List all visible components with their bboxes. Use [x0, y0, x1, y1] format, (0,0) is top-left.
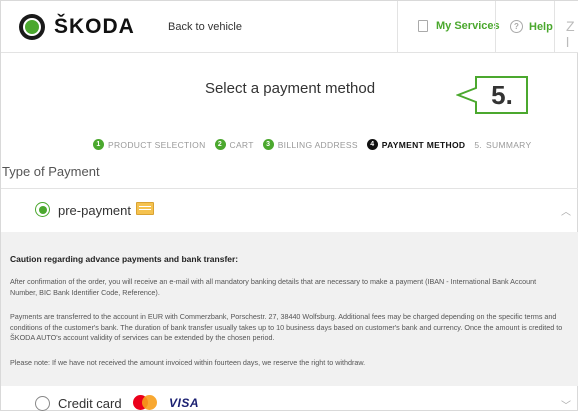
step-product-selection[interactable]: 1 PRODUCT SELECTION	[93, 139, 206, 150]
header-divider	[554, 1, 555, 53]
caution-heading: Caution regarding advance payments and b…	[10, 254, 239, 264]
checkout-steps: 1 PRODUCT SELECTION 2 CART 3 BILLING ADD…	[93, 139, 540, 150]
brand-name: ŠKODA	[54, 15, 135, 38]
info-paragraph: Please note: If we have not received the…	[10, 358, 366, 367]
my-services-label: My Services	[436, 20, 500, 32]
credit-card-label: Credit card	[58, 396, 122, 411]
credit-card-radio[interactable]	[35, 396, 50, 411]
step-label: BILLING ADDRESS	[277, 139, 358, 150]
step-billing-address[interactable]: 3 BILLING ADDRESS	[262, 139, 358, 150]
step-number-callout: 5.	[456, 76, 529, 114]
info-paragraph: After confirmation of the order, you wil…	[10, 277, 537, 297]
help-label: Help	[529, 20, 553, 33]
skoda-logo[interactable]: ŠKODA	[19, 14, 135, 40]
chevron-down-icon[interactable]: ﹀	[561, 397, 571, 411]
back-to-vehicle-link[interactable]: Back to vehicle	[168, 21, 242, 33]
question-icon: ?	[510, 20, 523, 33]
mastercard-icon	[133, 395, 159, 411]
step-label: SUMMARY	[486, 139, 532, 150]
skoda-emblem-icon	[19, 14, 45, 40]
visa-logo: VISA	[169, 396, 200, 410]
header-divider	[495, 1, 496, 53]
step-number-badge: 3	[262, 139, 274, 150]
my-services-button[interactable]: My Services	[418, 20, 500, 32]
pre-payment-details: Caution regarding advance payments and b…	[1, 232, 578, 386]
step-label: PAYMENT METHOD	[381, 139, 466, 150]
step-number-badge: 2	[214, 139, 226, 150]
step-number-badge: 1	[93, 139, 104, 150]
help-button[interactable]: ? Help	[510, 20, 553, 33]
chevron-up-icon[interactable]: ︿	[561, 203, 571, 218]
top-header: ŠKODA Back to vehicle My Services ? Help…	[1, 1, 578, 53]
pre-payment-label: pre-payment	[58, 203, 131, 218]
bank-card-icon	[136, 202, 154, 215]
step-number-text: 5.	[474, 139, 483, 150]
step-number-badge: 4	[366, 139, 378, 150]
step-label: CART	[229, 139, 254, 150]
step-cart[interactable]: 2 CART	[214, 139, 254, 150]
pre-payment-option[interactable]: pre-payment ︿	[1, 189, 578, 231]
header-divider	[397, 1, 398, 53]
step-payment-method: 4 PAYMENT METHOD	[366, 139, 466, 150]
credit-card-option[interactable]: Credit card VISA ﹀	[1, 387, 578, 411]
info-paragraph: Payments are transferred to the account …	[10, 312, 563, 342]
step-number: 5.	[491, 80, 513, 110]
type-of-payment-heading: Type of Payment	[2, 164, 100, 179]
pre-payment-radio[interactable]	[35, 202, 50, 217]
document-icon	[418, 20, 428, 32]
language-switch[interactable]: Z l	[566, 18, 578, 50]
step-label: PRODUCT SELECTION	[108, 139, 206, 150]
step-summary: 5. SUMMARY	[474, 140, 531, 150]
